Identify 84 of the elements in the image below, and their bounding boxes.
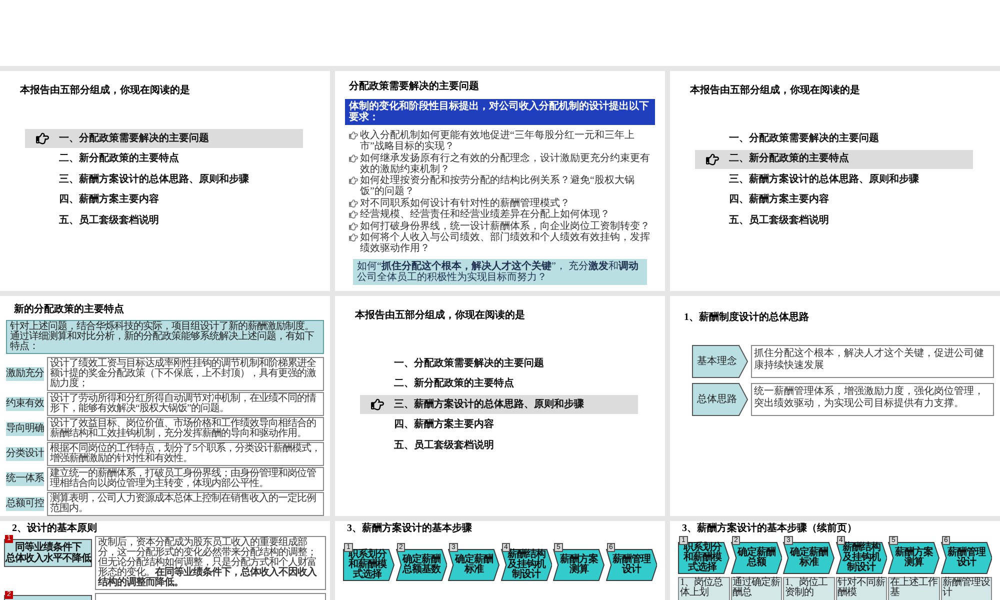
principle-description: 改制后，资本分配成为股东员工收入的重要组成部分，这一分配形式的变化必然带来分配结构的调整；但无论分配结构如何调整，只是分配方式和个人财富形态的变化。在同等业绩条件下，总体收入不因收入结构的调整而降低。: [95, 536, 326, 590]
bullet-text: 如何将个人收入与公司绩效、部门绩效和个人绩效有效挂钩，发挥绩效驱动作用？: [360, 232, 651, 254]
agenda-item: 一、分配政策需要解决的主要问题: [394, 358, 544, 370]
pointing-hand-icon: [349, 131, 358, 140]
pointing-hand-icon: [370, 398, 384, 411]
feature-description: 设计了效益目标、岗位价值、市场价格和工作绩效导向相结合的薪酬结构和工效挂钩机制，充分发挥薪酬的导向和驱动作用。: [47, 417, 324, 441]
slide-title: 本报告由五部分组成，你现在阅读的是: [690, 85, 860, 97]
pointing-hand-icon: [349, 154, 358, 162]
feature-label: 导向明确: [6, 422, 44, 436]
bullet-text: 如何处理按资分配和按劳分配的结构比例关系？避免“股权大锅饭”的问题？: [360, 175, 636, 197]
slide-title: 本报告由五部分组成，你现在阅读的是: [20, 85, 190, 97]
agenda-item: 一、分配政策需要解决的主要问题: [729, 132, 879, 144]
bullet-text: 经营规模、经营责任和经营业绩差异在分配上如何体现？: [360, 209, 610, 220]
feature-description: 设计了绩效工资与目标达成率刚性挂钩的调节机制和阶梯累进全额计提的奖金分配政策（下不保底，上不封顶），具有更强的激励力度；: [47, 357, 324, 391]
agenda-item: 三、薪酬方案设计的总体思路、原则和步骤: [59, 174, 249, 186]
feature-description: 设计了劳动所得和分红所得自动调节对冲机制，在业绩不同的情形下，能够有效解决“股权大锅饭”的问题。: [47, 392, 324, 416]
callout-box: 如何“抓住分配这个根本，解决人才这个关键”， 充分激发和调动公司全体员工的积极性为实现目标而努力？: [353, 259, 647, 285]
agenda-item: 四、薪酬方案主要内容: [59, 194, 159, 206]
slide-title: 3、薪酬方案设计的基本步骤（续前页）: [682, 523, 857, 535]
slide-thumbnail[interactable]: [0, 296, 330, 516]
agenda-item: 五、员工套级套档说明: [59, 214, 159, 226]
agenda-item: 三、薪酬方案设计的总体思路、原则和步骤: [394, 398, 584, 410]
step-chevron: 薪酬结构及挂钩机制设计: [500, 549, 552, 581]
step-detail-box: 通过确定薪酬总: [730, 577, 782, 600]
slide-title: 2、设计的基本原则: [12, 523, 97, 535]
agenda-item: 四、薪酬方案主要内容: [394, 419, 494, 431]
step-detail-box: 1、岗位工资制的: [783, 577, 834, 600]
step-chevron: 薪酬方案测算: [888, 542, 940, 574]
step-chevron: 薪酬结构及挂钩机制设计: [836, 542, 887, 574]
slide-thumbnail[interactable]: 1、薪酬制度设计的总体思路 基本理念 抓住分配这个根本，解决人才这个关键，促进公司健康持续快速发展 总体思路 统一薪酬管理体系，增强激励力度，强化岗位管理，突出绩效驱动，为实现公司目标提供有力支撑。: [670, 296, 1000, 516]
step-chevron: 确定薪酬总额: [730, 542, 782, 574]
pointing-hand-icon: [706, 152, 718, 166]
step-chevron: 确定薪酬总额基数: [396, 549, 447, 581]
step-detail-box: 针对不同薪酬模: [836, 577, 887, 600]
agenda-item: 二、新分配政策的主要特点: [729, 153, 849, 165]
slide-title: 本报告由五部分组成，你现在阅读的是: [355, 310, 525, 322]
bullet-text: 收入分配机制如何更能有效地促进“三年每股分红一元和三年上市”战略目标的实现？: [360, 130, 636, 152]
feature-label: 统一体系: [6, 472, 44, 486]
step-chevron: 确定薪酬标准: [448, 549, 500, 581]
principle-label: 同等业绩条件下 总体收入水平不降低: [4, 539, 92, 567]
slide-thumbnail[interactable]: 本报告由五部分组成，你现在阅读的是 一、分配政策需要解决的主要问题 二、新分配政策的主要特点 三、薪酬方案设计的总体思路、原则和步骤 四、薪酬方案主要内容 五、员工套级套档说明: [335, 296, 665, 516]
slide-title: 新的分配政策的主要特点: [14, 304, 124, 316]
agenda-item: 四、薪酬方案主要内容: [729, 194, 829, 206]
bullet-text: 如何打破身份界线，统一设计薪酬体系，向企业岗位工资制转变？: [360, 220, 650, 232]
feature-description: 测算表明，公司人力资源成本总体上控制在销售收入的一定比例范围内。: [47, 492, 324, 516]
slide-thumbnail[interactable]: 本报告由五部分组成，你现在阅读的是 一、分配政策需要解决的主要问题 二、新分配政策的主要特点 三、薪酬方案设计的总体思路、原则和步骤 四、薪酬方案主要内容 五、员工套级套档说明: [0, 71, 330, 291]
heading-banner: 体制的变化和阶段性目标提出，对公司收入分配机制的设计提出以下要求：: [345, 99, 655, 125]
pointing-hand-icon: [349, 176, 358, 185]
slide-title: 1、薪酬制度设计的总体思路: [684, 312, 809, 324]
concept-arrow: 基本理念: [692, 345, 748, 378]
agenda-item: 二、新分配政策的主要特点: [394, 378, 514, 390]
pointing-hand-icon: [349, 233, 358, 242]
agenda-item: 五、员工套级套档说明: [394, 440, 494, 452]
slide-title: 分配政策需要解决的主要问题: [349, 81, 479, 93]
agenda-item: 二、新分配政策的主要特点: [59, 153, 179, 165]
agenda-item: 三、薪酬方案设计的总体思路、原则和步骤: [729, 174, 919, 186]
step-chevron: 确定薪酬标准: [783, 542, 834, 574]
pointing-hand-icon: [349, 198, 358, 208]
bullet-text: 对不同职系如何设计有针对性的薪酬管理模式？: [360, 198, 570, 208]
feature-description: 建立统一的薪酬体系，打破员工身份界线；由身份管理和岗位管理相结合向以岗位管理为主转变，体现内部公平性。: [47, 467, 324, 491]
step-detail-box: 在上述工作基: [888, 577, 940, 600]
step-chevron: 薪酬管理设计: [606, 549, 657, 581]
concept-text: 统一薪酬管理体系，增强激励力度，强化岗位管理，突出绩效驱动，为实现公司目标提供有力支撑。: [751, 383, 994, 416]
slide-title: 3、薪酬方案设计的基本步骤: [347, 523, 472, 535]
feature-label: 分类设计: [6, 447, 44, 461]
slide-thumbnail[interactable]: 本报告由五部分组成，你现在阅读的是 一、分配政策需要解决的主要问题 二、新分配政策的主要特点 三、薪酬方案设计的总体思路、原则和步骤 四、薪酬方案主要内容 五、员工套级套档说明: [670, 71, 1000, 291]
pointing-hand-icon: [349, 222, 358, 230]
feature-label: 约束有效: [6, 397, 44, 411]
intro-box: 针对上述问题，结合华烁科技的实际，项目组设计了新的薪酬激励制度。通过详细测算和对比分析，新的分配政策能够系统解决上述问题，有如下特点：: [6, 320, 324, 354]
feature-label: 激励充分: [6, 367, 44, 381]
concept-arrow: 总体思路: [692, 383, 748, 416]
agenda-item: 五、员工套级套档说明: [729, 214, 829, 226]
concept-text: 抓住分配这个根本，解决人才这个关键，促进公司健康持续快速发展: [751, 345, 994, 378]
step-chevron: 薪酬管理设计: [940, 542, 992, 574]
slide-thumbnail[interactable]: [335, 71, 665, 291]
feature-label: 总额可控: [6, 497, 44, 511]
pointing-hand-icon: [36, 132, 48, 145]
feature-description: 根据不同岗位的工作特点，划分了5个职系，分类设计薪酬模式，增强薪酬激励的针对性和有效性。: [47, 442, 324, 466]
step-detail-box: 1、岗位总体上划: [678, 577, 730, 600]
pointing-hand-icon: [349, 210, 358, 219]
step-chevron: 薪酬方案测算: [553, 549, 604, 581]
bullet-text: 如何继承发扬原有行之有效的分配理念，设计激励更充分约束更有效的激励约束机制？: [360, 152, 651, 174]
agenda-item: 一、分配政策需要解决的主要问题: [59, 132, 209, 144]
step-detail-box: 薪酬管理设计: [940, 577, 992, 600]
